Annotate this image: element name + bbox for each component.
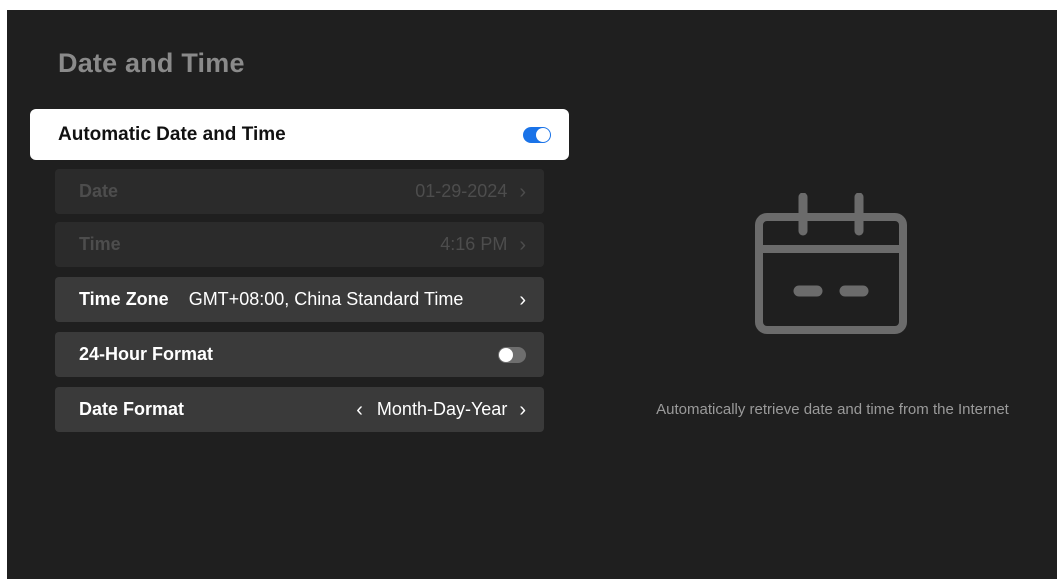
chevron-right-icon: › [519, 180, 526, 203]
date-format-row[interactable]: Date Format ‹ Month-Day-Year › [55, 387, 544, 432]
date-format-value: Month-Day-Year [376, 399, 508, 419]
time-row: Time 4:16 PM › [55, 222, 544, 267]
automatic-date-time-toggle[interactable] [523, 126, 551, 143]
automatic-date-time-row[interactable]: Automatic Date and Time [30, 109, 569, 160]
page-title: Date and Time [58, 48, 245, 78]
date-label: Date [79, 181, 119, 201]
hour-format-toggle[interactable] [498, 346, 526, 363]
time-zone-value: GMT+08:00, China Standard Time [188, 289, 464, 309]
hour-format-row[interactable]: 24-Hour Format [55, 332, 544, 377]
chevron-left-icon[interactable]: ‹ [356, 400, 363, 420]
time-zone-row[interactable]: Time Zone GMT+08:00, China Standard Time… [55, 277, 544, 322]
time-label: Time [79, 234, 121, 254]
date-format-label: Date Format [79, 399, 185, 419]
toggle-knob [536, 127, 550, 142]
chevron-right-icon: › [519, 233, 526, 256]
time-zone-label: Time Zone [79, 289, 169, 309]
hour-format-label: 24-Hour Format [79, 344, 214, 364]
chevron-right-icon[interactable]: › [519, 400, 526, 420]
calendar-icon [755, 193, 907, 334]
time-value: 4:16 PM [440, 234, 508, 254]
date-value: 01-29-2024 [415, 181, 508, 201]
toggle-knob [499, 347, 513, 362]
automatic-date-time-label: Automatic Date and Time [58, 123, 286, 145]
date-row: Date 01-29-2024 › [55, 169, 544, 214]
chevron-right-icon: › [519, 288, 526, 311]
setting-description: Automatically retrieve date and time fro… [656, 401, 1009, 418]
